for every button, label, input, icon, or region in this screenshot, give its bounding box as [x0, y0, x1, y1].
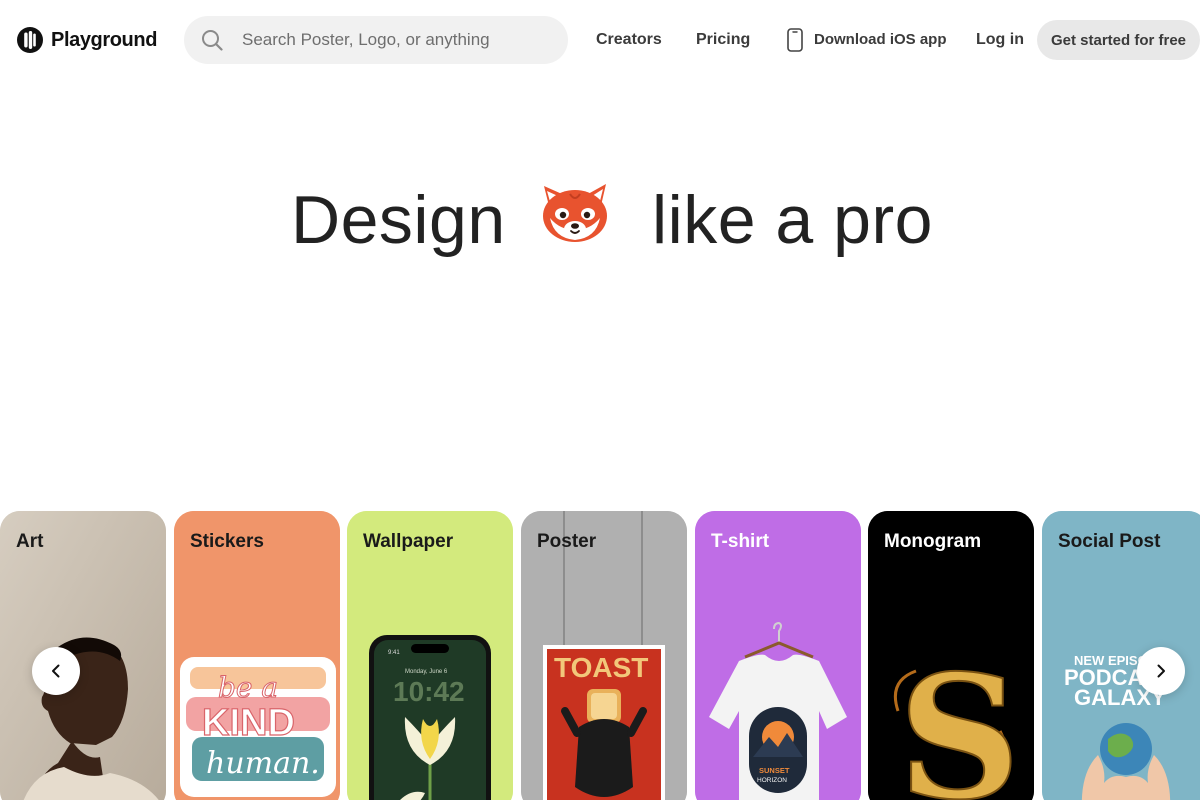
- phone-icon: [787, 28, 803, 52]
- sticker-text-line-1: be a: [218, 671, 278, 704]
- category-card-art[interactable]: Art: [0, 511, 166, 800]
- carousel-next-button[interactable]: [1137, 647, 1185, 695]
- category-label-tshirt: T-shirt: [711, 531, 770, 552]
- download-ios-app-label: Download iOS app: [814, 31, 947, 48]
- chevron-right-icon: [1157, 664, 1165, 678]
- playground-logo-icon: [17, 27, 43, 53]
- category-carousel: Art be a KIND human. Stickers 9:41 Monda…: [0, 511, 1200, 800]
- carousel-prev-button[interactable]: [32, 647, 80, 695]
- download-ios-app-link[interactable]: Download iOS app: [786, 28, 947, 52]
- category-label-wallpaper: Wallpaper: [363, 531, 454, 552]
- tshirt-text-1: SUNSET: [759, 766, 790, 775]
- red-panda-icon: [543, 184, 607, 242]
- wallpaper-date: Monday, June 6: [405, 669, 448, 675]
- search-input[interactable]: [242, 16, 552, 64]
- category-card-stickers[interactable]: be a KIND human. Stickers: [174, 511, 340, 800]
- sticker-image: be a KIND human.: [174, 511, 340, 800]
- wallpaper-phone-image: 9:41 Monday, June 6 10:42: [347, 511, 513, 800]
- category-card-tshirt[interactable]: SUNSET HORIZON T-shirt: [695, 511, 861, 800]
- search-bar[interactable]: [184, 16, 568, 64]
- poster-title-text: TOAST: [554, 652, 648, 683]
- brand-logo[interactable]: Playground: [16, 26, 157, 54]
- category-label-social-post: Social Post: [1058, 531, 1161, 552]
- category-label-poster: Poster: [537, 531, 597, 552]
- nav-creators-link[interactable]: Creators: [596, 30, 662, 50]
- category-label-stickers: Stickers: [190, 531, 264, 552]
- top-navigation: Playground Creators Pricing Download iOS…: [0, 0, 1200, 80]
- hero-section: Design like a pro: [0, 170, 1200, 270]
- tshirt-text-2: HORIZON: [757, 777, 787, 784]
- chevron-left-icon: [52, 664, 60, 678]
- category-card-monogram[interactable]: S Monogram: [868, 511, 1034, 800]
- monogram-image: S: [868, 511, 1034, 800]
- nav-pricing-link[interactable]: Pricing: [696, 30, 750, 50]
- category-label-art: Art: [16, 531, 44, 552]
- wallpaper-clock: 10:42: [393, 676, 465, 707]
- sticker-text-line-3: human.: [206, 746, 320, 781]
- brand-name: Playground: [51, 28, 158, 51]
- sticker-text-line-2: KIND: [202, 702, 295, 744]
- tshirt-image: SUNSET HORIZON: [695, 511, 861, 800]
- art-portrait-image: [0, 511, 166, 800]
- poster-image: TOAST: [521, 511, 687, 800]
- search-icon: [202, 30, 223, 51]
- monogram-letter: S: [898, 638, 1021, 800]
- wallpaper-status-time: 9:41: [388, 650, 400, 656]
- category-label-monogram: Monogram: [884, 531, 982, 552]
- category-card-poster[interactable]: TOAST Poster: [521, 511, 687, 800]
- category-card-wallpaper[interactable]: 9:41 Monday, June 6 10:42 Wallpaper: [347, 511, 513, 800]
- get-started-button[interactable]: Get started for free: [1037, 20, 1200, 60]
- login-link[interactable]: Log in: [976, 30, 1024, 50]
- hero-title-right: like a pro: [652, 182, 933, 258]
- hero-title-left: Design: [291, 182, 506, 258]
